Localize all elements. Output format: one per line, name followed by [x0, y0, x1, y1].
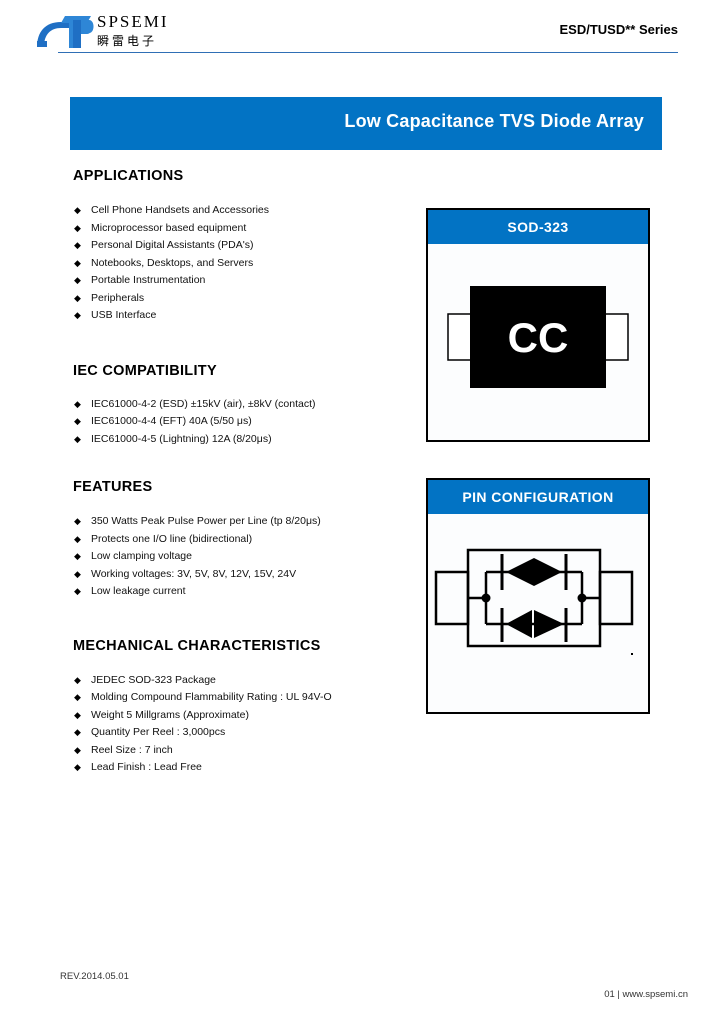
section-heading: IEC COMPATIBILITY — [73, 362, 217, 379]
package-diagram: CC — [428, 244, 648, 440]
list-item: ◆ Working voltages: 3V, 5V, 8V, 12V, 15V,… — [73, 566, 403, 584]
list-item: ◆ Notebooks, Desktops, and Servers — [73, 255, 403, 273]
list-item: ◆ Low leakage current — [73, 583, 403, 601]
company-logo: SPSEMI 瞬雷电子 — [35, 12, 235, 52]
list-item-label: Microprocessor based equipment — [91, 221, 247, 234]
pin-configuration-box: PIN CONFIGURATION — [426, 478, 650, 714]
list-item-label: Molding Compound Flammability Rating : U… — [91, 691, 332, 703]
diamond-bullet-icon: ◆ — [74, 416, 81, 426]
list-item-label: IEC61000-4-5 (Lightning) 12A (8/20μs) — [91, 432, 272, 445]
series-label: ESD/TUSD** Series — [559, 22, 679, 37]
section-iec-compatibility: IEC COMPATIBILITY ◆ IEC61000-4-2 (ESD) ±15… — [73, 363, 403, 449]
list-item: ◆ Cell Phone Handsets and Accessories — [73, 202, 403, 220]
section-applications: APPLICATIONS ◆ Cell Phone Handsets and Acc… — [73, 168, 403, 325]
list-item: ◆ Portable Instrumentation — [73, 272, 403, 290]
list-item: ◆ Peripherals — [73, 290, 403, 308]
page-title-banner: Low Capacitance TVS Diode Array — [70, 97, 662, 150]
list-item-label: Weight 5 Millgrams (Approximate) — [91, 708, 249, 721]
diamond-bullet-icon: ◆ — [74, 222, 81, 233]
list-item: ◆ Quantity Per Reel : 3,000pcs — [73, 724, 403, 742]
section-heading: APPLICATIONS — [73, 168, 184, 184]
list-item-label: Peripherals — [91, 291, 145, 304]
diamond-bullet-icon: ◆ — [74, 744, 81, 755]
list-item-label: Low leakage current — [91, 585, 186, 597]
list-item: ◆ Low clamping voltage — [73, 548, 403, 566]
bullet-list: ◆ 350 Watts Peak Pulse Power per Line (tp… — [73, 513, 403, 601]
list-item-label: Low clamping voltage — [91, 550, 192, 562]
list-item: ◆ 350 Watts Peak Pulse Power per Line (tp… — [73, 513, 403, 531]
list-item-label: Working voltages: 3V, 5V, 8V, 12V, 15V, … — [91, 567, 297, 580]
list-item-label: Reel Size : 7 inch — [91, 743, 173, 756]
list-item-label: 350 Watts Peak Pulse Power per Line (tp … — [91, 515, 321, 527]
bullet-list: ◆ IEC61000-4-2 (ESD) ±15kV (air), ±8kV (c… — [73, 396, 403, 449]
list-item: ◆ Microprocessor based equipment — [73, 220, 403, 238]
content-left-column: APPLICATIONS ◆ Cell Phone Handsets and Acc… — [73, 168, 403, 777]
list-item: ◆ Personal Digital Assistants (PDA's) — [73, 237, 403, 255]
diamond-bullet-icon: ◆ — [74, 516, 81, 526]
list-item-label: Portable Instrumentation — [91, 274, 206, 286]
sod323-package-icon: CC — [447, 286, 629, 388]
list-item-label: Protects one I/O line (bidirectional) — [91, 532, 253, 545]
list-item-label: Notebooks, Desktops, and Servers — [91, 256, 254, 269]
list-item: ◆ Molding Compound Flammability Rating : … — [73, 689, 403, 707]
list-item: ◆ IEC61000-4-4 (EFT) 40A (5/50 μs) — [73, 413, 403, 431]
logo-text-cn: 瞬雷电子 — [97, 34, 158, 48]
section-heading: FEATURES — [73, 479, 153, 495]
section-features: FEATURES ◆ 350 Watts Peak Pulse Power per … — [73, 479, 403, 601]
diamond-bullet-icon: ◆ — [74, 292, 81, 303]
list-item: ◆ USB Interface — [73, 307, 403, 325]
spsemi-logo-icon — [35, 14, 97, 50]
list-item-label: IEC61000-4-2 (ESD) ±15kV (air), ±8kV (co… — [91, 397, 316, 410]
page-footer: REV.2014.05.01 01 | www.spsemi.cn — [0, 966, 720, 1012]
diamond-bullet-icon: ◆ — [74, 433, 81, 444]
diamond-bullet-icon: ◆ — [74, 275, 81, 285]
list-item-label: Cell Phone Handsets and Accessories — [91, 204, 270, 216]
pin-configuration-diagram — [428, 514, 648, 712]
list-item-label: JEDEC SOD-323 Package — [91, 673, 216, 686]
diamond-bullet-icon: ◆ — [74, 205, 81, 215]
diamond-bullet-icon: ◆ — [74, 586, 81, 596]
revision-label: REV.2014.05.01 — [60, 971, 129, 982]
stray-mark — [631, 653, 633, 655]
section-heading: MECHANICAL CHARACTERISTICS — [73, 637, 321, 654]
diamond-bullet-icon: ◆ — [74, 709, 81, 720]
diamond-bullet-icon: ◆ — [74, 398, 81, 409]
diamond-bullet-icon: ◆ — [74, 762, 81, 772]
list-item: ◆ JEDEC SOD-323 Package — [73, 672, 403, 690]
diamond-bullet-icon: ◆ — [74, 257, 81, 268]
list-item: ◆ Reel Size : 7 inch — [73, 742, 403, 760]
page-title: Low Capacitance TVS Diode Array — [344, 111, 644, 131]
diamond-bullet-icon: ◆ — [74, 240, 81, 250]
diamond-bullet-icon: ◆ — [74, 310, 81, 320]
list-item-label: IEC61000-4-4 (EFT) 40A (5/50 μs) — [91, 415, 252, 427]
list-item-label: Quantity Per Reel : 3,000pcs — [91, 726, 226, 738]
package-outline-box: SOD-323 CC — [426, 208, 650, 442]
section-mechanical-characteristics: MECHANICAL CHARACTERISTICS ◆ JEDEC SOD-323… — [73, 638, 403, 777]
diamond-bullet-icon: ◆ — [74, 533, 81, 544]
logo-wordmark: SPSEMI 瞬雷电子 — [97, 12, 227, 50]
diamond-bullet-icon: ◆ — [74, 727, 81, 737]
pin-config-box-title: PIN CONFIGURATION — [428, 480, 648, 514]
svg-text:CC: CC — [508, 314, 569, 361]
diamond-bullet-icon: ◆ — [74, 674, 81, 685]
diamond-bullet-icon: ◆ — [74, 551, 81, 561]
list-item: ◆ Weight 5 Millgrams (Approximate) — [73, 707, 403, 725]
diamond-bullet-icon: ◆ — [74, 568, 81, 579]
list-item-label: Lead Finish : Lead Free — [91, 761, 202, 773]
list-item-label: USB Interface — [91, 309, 157, 321]
list-item: ◆ IEC61000-4-2 (ESD) ±15kV (air), ±8kV (c… — [73, 396, 403, 414]
list-item: ◆ IEC61000-4-5 (Lightning) 12A (8/20μs) — [73, 431, 403, 449]
tvs-diode-bridge-schematic-icon — [434, 548, 634, 648]
page-header: SPSEMI 瞬雷电子 ESD/TUSD** Series — [0, 0, 720, 62]
logo-text-en: SPSEMI — [97, 12, 169, 31]
list-item-label: Personal Digital Assistants (PDA's) — [91, 239, 254, 251]
header-divider — [58, 52, 678, 53]
bullet-list: ◆ Cell Phone Handsets and Accessories ◆ Mic… — [73, 202, 403, 325]
diamond-bullet-icon: ◆ — [74, 692, 81, 702]
bullet-list: ◆ JEDEC SOD-323 Package ◆ Molding Compound … — [73, 672, 403, 777]
package-box-title: SOD-323 — [428, 210, 648, 244]
page-number-and-website: 01 | www.spsemi.cn — [604, 989, 688, 1000]
list-item: ◆ Protects one I/O line (bidirectional) — [73, 531, 403, 549]
list-item: ◆ Lead Finish : Lead Free — [73, 759, 403, 777]
